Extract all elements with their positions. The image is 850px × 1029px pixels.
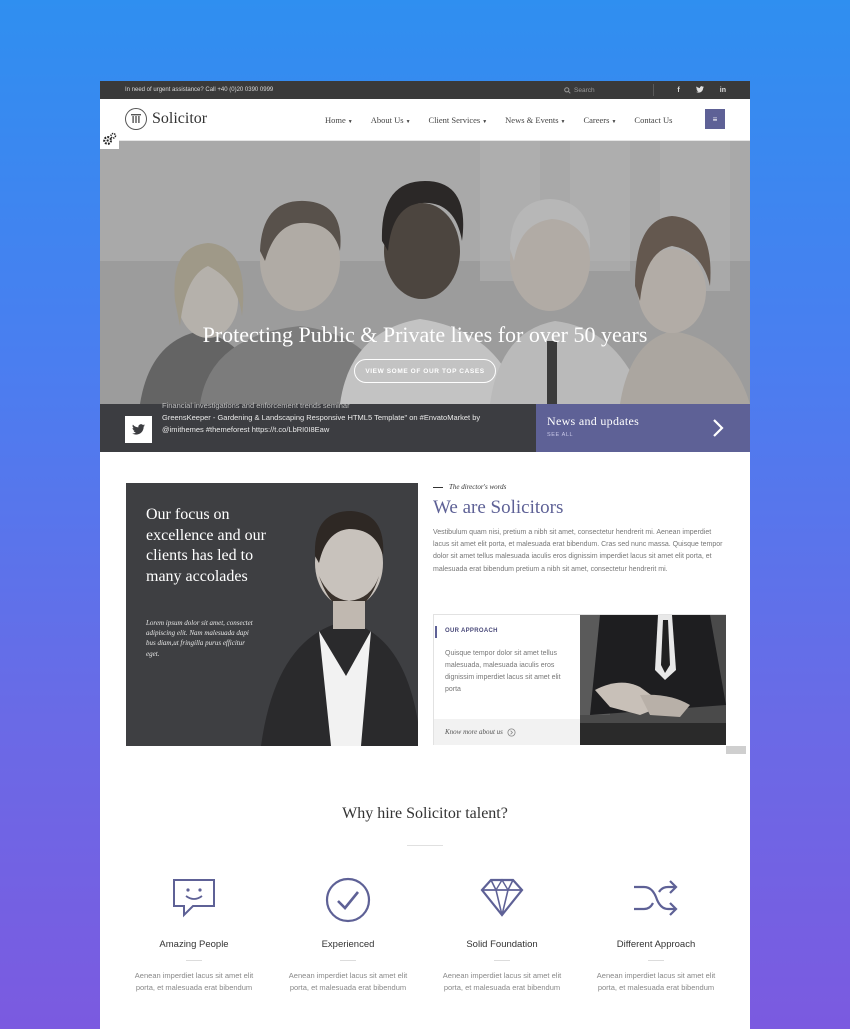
hero-banner: Protecting Public & Private lives for ov… — [100, 141, 750, 404]
site-logo[interactable]: Solicitor — [125, 108, 207, 130]
director-kicker: The director's words — [433, 483, 728, 491]
chevron-right-icon — [713, 419, 724, 437]
scroll-indicator[interactable] — [726, 746, 746, 754]
arrow-circle-icon — [507, 727, 516, 737]
feature-description: Aenean imperdiet lacus sit amet elit por… — [288, 971, 408, 992]
hero-title: Protecting Public & Private lives for ov… — [202, 322, 648, 347]
know-more-link[interactable]: Know more about us — [434, 719, 580, 745]
handshake-photo — [580, 615, 726, 745]
know-more-label: Know more about us — [445, 728, 503, 736]
search-placeholder: Search — [574, 86, 595, 94]
feature-rule — [340, 960, 356, 961]
focus-card: Our focus on excellence and our clients … — [126, 483, 418, 746]
chat-smile-icon — [173, 879, 215, 918]
website-page: In need of urgent assistance? Call +40 (… — [100, 81, 750, 1029]
feature-description: Aenean imperdiet lacus sit amet elit por… — [442, 971, 562, 992]
facebook-icon[interactable]: f — [677, 87, 679, 94]
news-title: News and updates — [547, 414, 640, 428]
director-words: The director's words We are Solicitors V… — [433, 483, 728, 576]
feature-amazing-people: Amazing People Aenean imperdiet lacus si… — [119, 877, 269, 994]
search-box[interactable]: Search — [564, 81, 595, 99]
settings-gear-button[interactable] — [100, 130, 119, 149]
nav-item-label: News & Events — [505, 115, 559, 125]
social-links: f in — [677, 81, 726, 99]
news-updates-link[interactable]: News and updates SEE ALL — [536, 404, 750, 452]
why-hire-divider — [407, 845, 443, 846]
caret-down-icon: ▼ — [482, 120, 488, 125]
feature-rule — [494, 960, 510, 961]
nav-menu: Home ▼ About Us ▼ Client Services ▼ News & … — [325, 99, 690, 141]
nav-item-label: Client Services — [428, 115, 481, 125]
feature-different-approach: Different Approach Aenean imperdiet lacu… — [581, 877, 731, 994]
kicker-line — [433, 486, 443, 488]
topbar-divider — [653, 84, 654, 96]
nav-item-label: Careers — [583, 115, 610, 125]
tweet-line-2[interactable]: @imithemes #themeforest https://t.co/LbR… — [162, 424, 522, 436]
nav-item-label: Home — [325, 115, 346, 125]
nav-item-label: Contact Us — [634, 115, 673, 125]
about-heading: We are Solicitors — [433, 497, 564, 518]
about-paragraph: Vestibulum quam nisi, pretium a nibh sit… — [433, 529, 723, 573]
check-circle-icon — [325, 877, 371, 923]
twitter-icon — [125, 416, 152, 443]
feature-title: Solid Foundation — [466, 939, 538, 950]
menu-toggle-button[interactable]: ≡ — [705, 109, 725, 129]
approach-content: OUR APPROACH Quisque tempor dolor sit am… — [434, 615, 580, 719]
caret-down-icon: ▼ — [560, 120, 566, 125]
nav-item-about-us[interactable]: About Us ▼ — [371, 115, 411, 125]
brand-name: Solicitor — [152, 110, 208, 127]
feature-description: Aenean imperdiet lacus sit amet elit por… — [134, 971, 254, 992]
caret-down-icon: ▼ — [405, 120, 411, 125]
tweet-line-1: GreensKeeper - Gardening & Landscaping R… — [162, 413, 481, 422]
nav-item-home[interactable]: Home ▼ — [325, 115, 353, 125]
caret-down-icon: ▼ — [347, 120, 353, 125]
shuffle-icon — [634, 880, 678, 916]
top-bar: In need of urgent assistance? Call +40 (… — [100, 81, 750, 99]
nav-item-careers[interactable]: Careers ▼ — [583, 115, 616, 125]
approach-title: OUR APPROACH — [445, 628, 498, 634]
feature-experienced: Experienced Aenean imperdiet lacus sit a… — [273, 877, 423, 994]
view-top-cases-button[interactable]: VIEW SOME OF OUR TOP CASES — [354, 359, 496, 383]
diamond-icon — [480, 878, 524, 917]
search-icon — [564, 86, 571, 94]
nav-item-news-events[interactable]: News & Events ▼ — [505, 115, 565, 125]
approach-accent-bar — [435, 626, 437, 638]
tweet-cut-line: Financial investigations and enforcement… — [162, 401, 350, 410]
focus-title: Our focus on excellence and our clients … — [146, 506, 266, 585]
gears-icon — [103, 132, 117, 145]
nav-item-client-services[interactable]: Client Services ▼ — [429, 115, 488, 125]
latest-tweet: Financial investigations and enforcement… — [100, 401, 536, 452]
nav-item-label: About Us — [370, 115, 404, 125]
feature-title: Amazing People — [159, 939, 229, 950]
urgent-contact-text: In need of urgent assistance? Call +40 (… — [125, 87, 274, 93]
twitter-icon[interactable] — [695, 85, 704, 95]
feature-title: Different Approach — [616, 939, 696, 950]
feature-solid-foundation: Solid Foundation Aenean imperdiet lacus … — [427, 877, 577, 994]
feature-rule — [186, 960, 202, 961]
main-navigation: Solicitor Home ▼ About Us ▼ Client Service… — [100, 99, 750, 141]
tweet-text: Financial investigations and enforcement… — [162, 401, 522, 436]
focus-subtitle: Lorem ipsum dolor sit amet, consectet ad… — [146, 619, 253, 658]
linkedin-icon[interactable]: in — [720, 87, 726, 94]
approach-text: Quisque tempor dolor sit amet tellus mal… — [445, 650, 561, 693]
nav-item-contact-us[interactable]: Contact Us — [634, 115, 672, 125]
approach-card: OUR APPROACH Quisque tempor dolor sit am… — [433, 614, 726, 745]
feature-rule — [648, 960, 664, 961]
feature-description: Aenean imperdiet lacus sit amet elit por… — [596, 971, 716, 992]
pillar-icon — [125, 108, 147, 130]
see-all-link[interactable]: SEE ALL — [547, 432, 573, 438]
tweet-news-strip: Financial investigations and enforcement… — [100, 401, 750, 452]
feature-title: Experienced — [321, 939, 375, 950]
caret-down-icon: ▼ — [611, 120, 617, 125]
why-hire-title: Why hire Solicitor talent? — [342, 805, 508, 822]
kicker-text: The director's words — [449, 483, 507, 491]
